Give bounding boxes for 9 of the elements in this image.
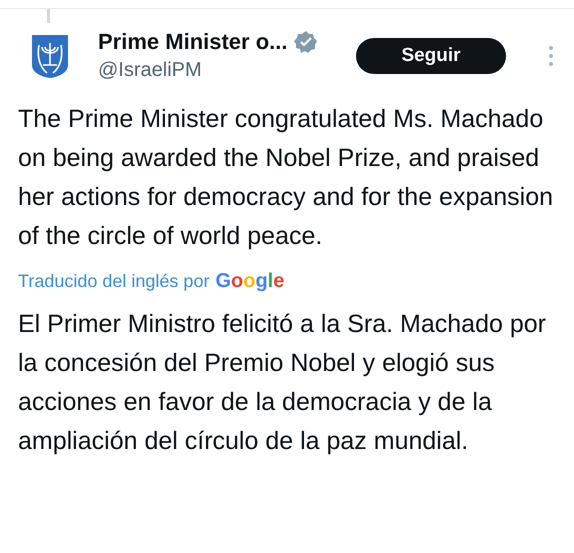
author-handle[interactable]: @IsraeliPM [98,59,328,82]
google-logo: Google [215,270,284,293]
translation-label: Traducido del inglés por [18,271,210,292]
emblem-icon [30,32,70,78]
more-options-icon[interactable] [548,44,554,66]
translated-text: El Primer Ministro felicitó a la Sra. Machado por la concesión del Premio Nobel y elogió sus acciones en favor de la democracia y de la ampliación del círculo de la paz mundial. [17,309,547,457]
follow-button[interactable]: Seguir [356,38,506,74]
post-text: The Prime Minister congratulated Ms. Machado on being awarded the Nobel Prize, and praised her actions for democracy and for the expansion of the circle of world peace. [17,104,554,252]
author-name[interactable]: Prime Minister o... [98,29,288,55]
